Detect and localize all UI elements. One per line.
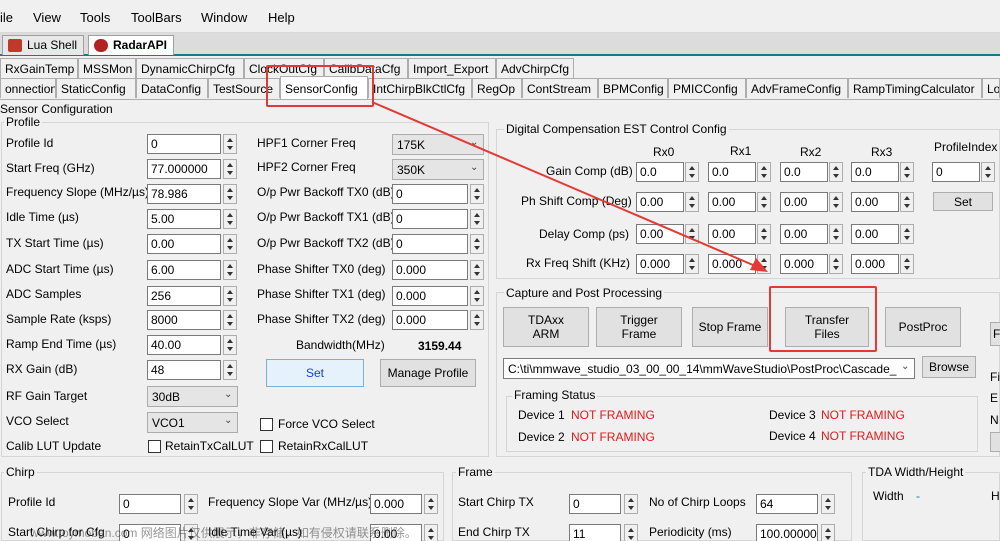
annotation-arrow	[371, 101, 768, 272]
